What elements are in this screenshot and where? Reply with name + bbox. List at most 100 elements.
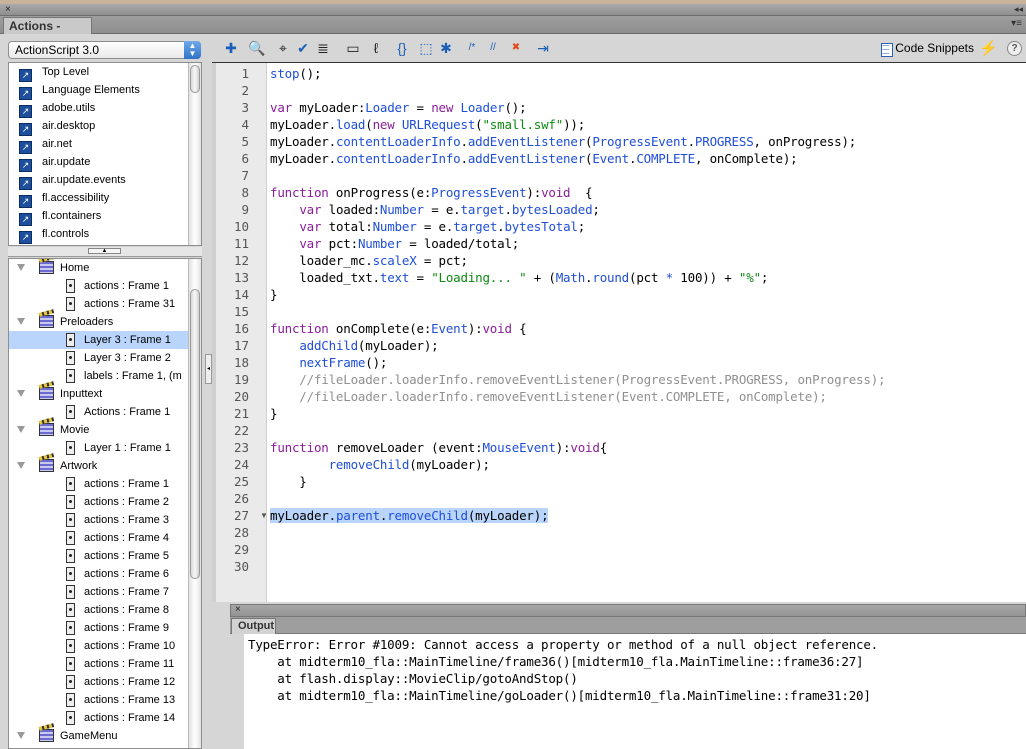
code-line[interactable]: function onComplete(e:Event):void { — [270, 320, 527, 337]
language-select[interactable]: ActionScript 3.0 ▲ ▼ — [8, 41, 201, 59]
library-scrollbar[interactable] — [188, 63, 201, 245]
vertical-splitter[interactable]: ◂ — [205, 34, 212, 604]
code-line[interactable]: myLoader.parent.removeChild(myLoader); — [270, 507, 549, 524]
collapse-icon[interactable]: ◂◂ — [1014, 4, 1023, 15]
code-line[interactable]: loaded_txt.text = "Loading... " + (Math.… — [270, 269, 768, 286]
tree-frame-item[interactable]: Layer 3 : Frame 2 — [9, 349, 189, 367]
collapse-braces-icon[interactable]: {} — [393, 39, 411, 57]
code-line[interactable]: } — [270, 473, 307, 490]
library-item[interactable]: ↗ air.net — [9, 135, 189, 154]
debug-options-icon[interactable]: ℓ — [367, 39, 385, 57]
expand-all-icon[interactable]: ✱ — [437, 39, 455, 57]
library-item[interactable]: ↗ fl.containers — [9, 207, 189, 226]
code-line[interactable]: stop(); — [270, 65, 321, 82]
find-icon[interactable]: 🔍 — [248, 39, 266, 57]
code-line[interactable]: var loaded:Number = e.target.bytesLoaded… — [270, 201, 600, 218]
tree-frame-item[interactable]: Layer 3 : Frame 1 — [9, 331, 189, 349]
tree-scene[interactable]: Inputtext — [9, 385, 189, 403]
tree-frame-item[interactable]: Actions : Frame 1 — [9, 403, 189, 421]
code-snippets-button[interactable]: — — — Code Snippets — [881, 40, 974, 57]
collapse-toolbox-handle[interactable]: ◂ — [205, 354, 212, 384]
code-line[interactable]: var myLoader:Loader = new Loader(); — [270, 99, 527, 116]
show-hide-toolbox-icon[interactable]: ⇥ — [534, 39, 552, 57]
tree-frame-item[interactable]: actions : Frame 13 — [9, 691, 189, 709]
tree-frame-item[interactable]: labels : Frame 1, (m — [9, 367, 189, 385]
expand-triangle-icon[interactable] — [17, 318, 25, 325]
tree-frame-item[interactable]: actions : Frame 10 — [9, 637, 189, 655]
code-line[interactable]: var pct:Number = loaded/total; — [270, 235, 519, 252]
code-line[interactable]: nextFrame(); — [270, 354, 387, 371]
target-path-icon[interactable]: ⌖ — [274, 39, 292, 57]
code-line-text: loader_mc.scaleX = pct; — [270, 253, 468, 268]
library-item[interactable]: ↗ adobe.utils — [9, 99, 189, 118]
expand-triangle-icon[interactable] — [17, 264, 25, 271]
code-line[interactable]: myLoader.contentLoaderInfo.addEventListe… — [270, 150, 798, 167]
code-line[interactable]: myLoader.load(new URLRequest("small.swf"… — [270, 116, 585, 133]
tree-scene[interactable]: Artwork — [9, 457, 189, 475]
wand-icon[interactable]: ⚡ — [979, 39, 998, 57]
tree-scrollbar[interactable] — [188, 259, 201, 748]
add-statement-icon[interactable]: ✚ — [222, 39, 240, 57]
expand-triangle-icon[interactable] — [17, 462, 25, 469]
tree-frame-item[interactable]: actions : Frame 14 — [9, 709, 189, 727]
expand-triangle-icon[interactable] — [17, 426, 25, 433]
collapse-marker-icon[interactable]: ▼ — [260, 507, 268, 524]
tree-frame-item[interactable]: actions : Frame 7 — [9, 583, 189, 601]
library-item[interactable]: ↗ Language Elements — [9, 81, 189, 100]
tree-scene[interactable]: GameMenu — [9, 727, 189, 745]
code-line[interactable]: function removeLoader (event:MouseEvent)… — [270, 439, 607, 456]
tree-frame-item[interactable]: actions : Frame 11 — [9, 655, 189, 673]
library-item[interactable]: ↗ Top Level — [9, 63, 189, 82]
tree-frame-item[interactable]: actions : Frame 5 — [9, 547, 189, 565]
code-line[interactable]: removeChild(myLoader); — [270, 456, 490, 473]
splitter-handle[interactable]: ▲ — [88, 248, 121, 254]
tree-frame-item[interactable]: actions : Frame 2 — [9, 493, 189, 511]
tree-frame-item[interactable]: Layer 1 : Frame 1 — [9, 439, 189, 457]
close-icon[interactable]: × — [235, 604, 241, 615]
auto-format-icon[interactable]: ≣ — [314, 39, 332, 57]
tree-frame-item[interactable]: actions : Frame 31 — [9, 295, 189, 313]
library-item[interactable]: ↗ fl.accessibility — [9, 189, 189, 208]
tab-actions-frame[interactable]: Actions - Frame — [3, 17, 92, 47]
expand-triangle-icon[interactable] — [17, 732, 25, 739]
library-item[interactable]: ↗ air.update — [9, 153, 189, 172]
tree-frame-item[interactable]: actions : Frame 12 — [9, 673, 189, 691]
code-line[interactable]: myLoader.contentLoaderInfo.addEventListe… — [270, 133, 856, 150]
code-line[interactable]: //fileLoader.loaderInfo.removeEventListe… — [270, 371, 885, 388]
tree-frame-item[interactable]: actions : Frame 4 — [9, 529, 189, 547]
code-line[interactable]: function onProgress(e:ProgressEvent):voi… — [270, 184, 593, 201]
block-comment-icon[interactable]: /* — [463, 39, 481, 57]
code-line[interactable]: } — [270, 286, 278, 303]
collapse-selection-icon[interactable]: ⬚ — [417, 39, 435, 57]
tree-frame-item[interactable]: actions : Frame 8 — [9, 601, 189, 619]
tab-output[interactable]: Output — [231, 618, 276, 634]
tree-frame-item[interactable]: actions : Frame 9 — [9, 619, 189, 637]
library-item[interactable]: ↗ air.desktop — [9, 117, 189, 136]
tree-frame-item[interactable]: actions : Frame 1 — [9, 277, 189, 295]
script-editor[interactable]: 1 2 3 4 5 6 7 8 9 10 11 12 13 14 15 16 17 18 19 20 21 22 23 24 2… — [212, 62, 1026, 602]
code-line[interactable]: } — [270, 405, 278, 422]
remove-comment-icon[interactable]: ✖ — [507, 39, 525, 57]
tree-frame-item[interactable]: actions : Frame 1 — [9, 475, 189, 493]
code-line[interactable]: addChild(myLoader); — [270, 337, 438, 354]
library-item[interactable]: ↗ air.update.events — [9, 171, 189, 190]
library-item[interactable]: ↗ fl.controls — [9, 225, 189, 244]
scroll-thumb[interactable] — [190, 65, 200, 93]
code-hint-icon[interactable]: ▭ — [344, 39, 362, 57]
tree-scene[interactable]: Preloaders — [9, 313, 189, 331]
tree-scene[interactable]: Movie — [9, 421, 189, 439]
panel-menu-icon[interactable]: ▾≡ — [1011, 18, 1022, 29]
expand-triangle-icon[interactable] — [17, 390, 25, 397]
tree-frame-item[interactable]: actions : Frame 6 — [9, 565, 189, 583]
tree-frame-item[interactable]: actions : Frame 3 — [9, 511, 189, 529]
toolbox-splitter[interactable]: ▲ — [8, 247, 202, 257]
scroll-thumb[interactable] — [190, 289, 200, 579]
code-line[interactable]: var total:Number = e.target.bytesTotal; — [270, 218, 585, 235]
check-syntax-icon[interactable]: ✔ — [294, 39, 312, 57]
help-icon[interactable]: ? — [1007, 41, 1022, 56]
line-comment-icon[interactable]: // — [484, 39, 502, 57]
tree-scene[interactable]: Home — [9, 259, 189, 277]
code-line[interactable]: //fileLoader.loaderInfo.removeEventListe… — [270, 388, 827, 405]
close-icon[interactable]: × — [5, 4, 11, 15]
code-line[interactable]: loader_mc.scaleX = pct; — [270, 252, 468, 269]
